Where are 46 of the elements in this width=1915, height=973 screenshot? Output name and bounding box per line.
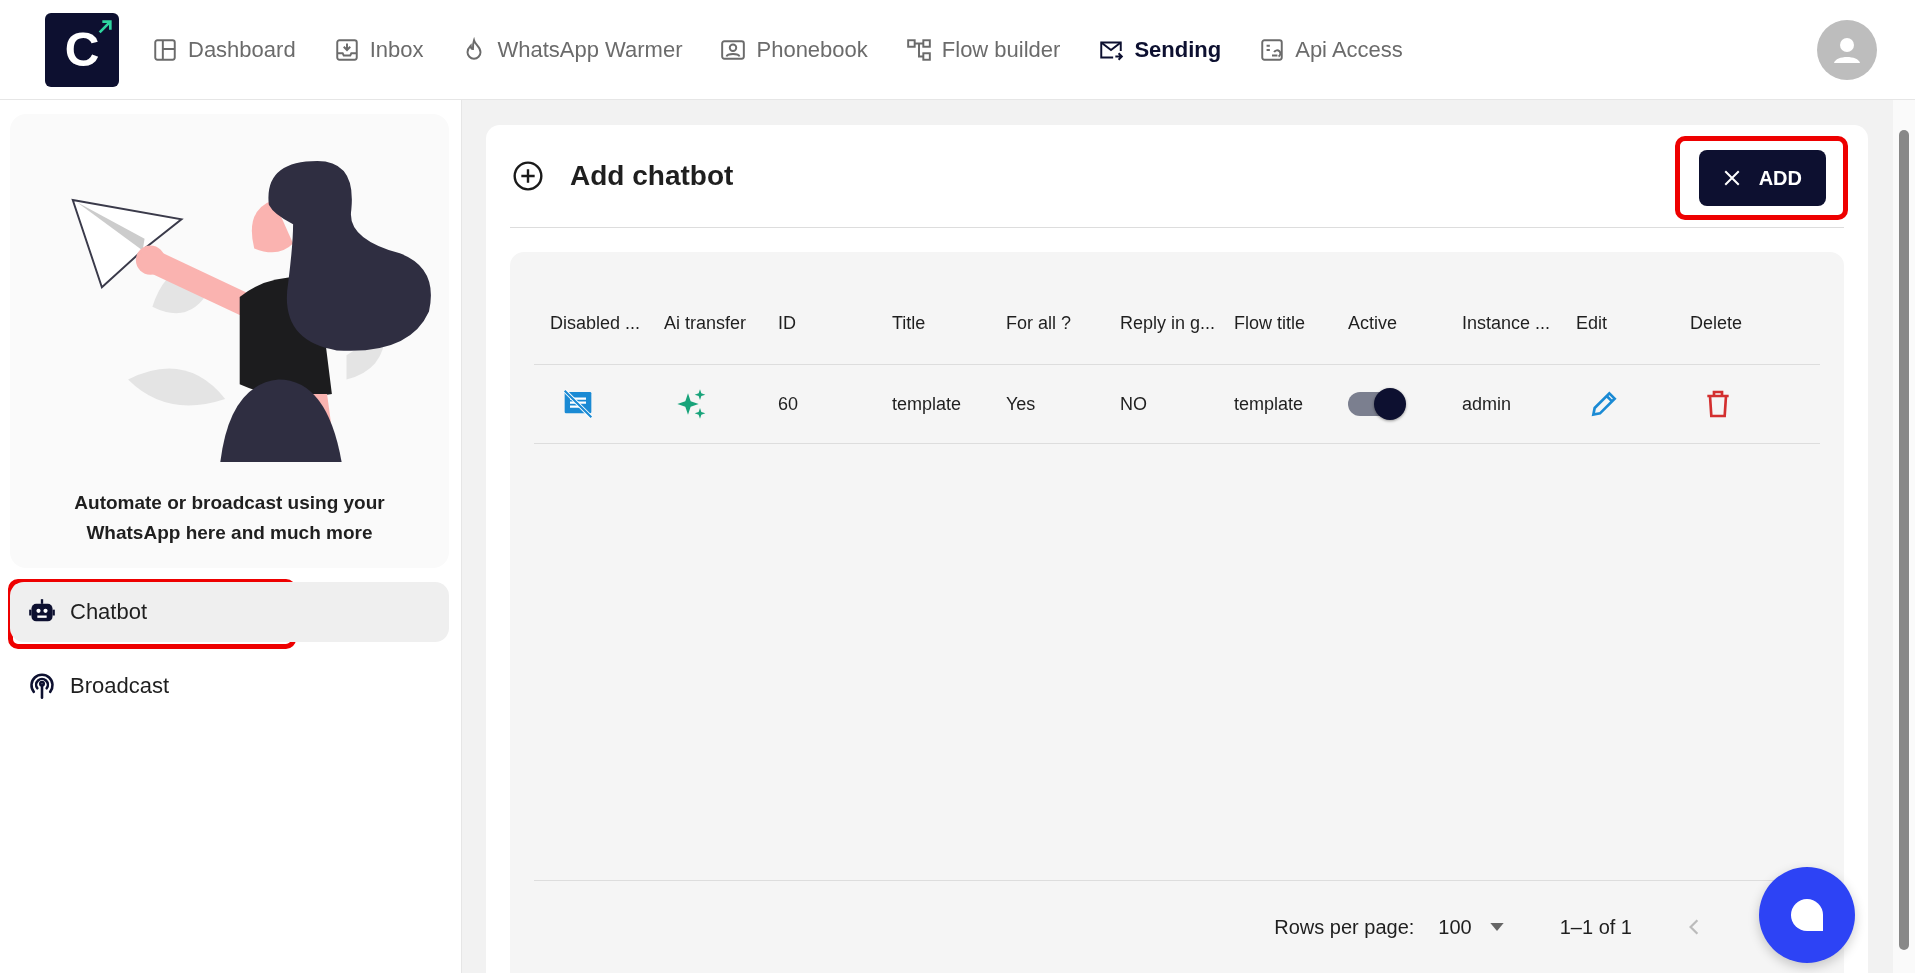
column-header[interactable]: Active xyxy=(1348,312,1462,334)
column-header[interactable]: Instance ... xyxy=(1462,312,1576,334)
column-header[interactable]: Disabled ... xyxy=(550,312,664,334)
sidebar-item[interactable]: Broadcast xyxy=(10,656,449,716)
nav-link[interactable]: Api Access xyxy=(1259,36,1403,63)
column-header[interactable]: Reply in g... xyxy=(1120,312,1234,334)
column-header[interactable]: Flow title xyxy=(1234,312,1348,334)
column-header[interactable]: Edit xyxy=(1576,312,1690,334)
scrollbar[interactable] xyxy=(1893,100,1915,973)
sparkle-icon xyxy=(676,388,708,420)
rows-per-page-select[interactable]: 100 xyxy=(1438,915,1504,939)
arrow-icon xyxy=(97,18,113,35)
column-header[interactable]: For all ? xyxy=(1006,312,1120,334)
nav-link[interactable]: Dashboard xyxy=(152,36,296,63)
api-icon xyxy=(1259,36,1286,63)
table-cell: Yes xyxy=(1006,393,1036,415)
panel-title: Add chatbot xyxy=(570,160,735,192)
column-header[interactable]: Delete xyxy=(1690,312,1804,334)
table-cell: template xyxy=(1234,393,1304,415)
nav-link[interactable]: Sending xyxy=(1098,36,1222,63)
app-logo[interactable]: C xyxy=(45,12,119,87)
antenna-icon xyxy=(28,672,56,700)
nav-link[interactable]: Inbox xyxy=(333,36,424,63)
flow-icon xyxy=(905,36,932,63)
promo-caption: Automate or broadcast using your WhatsApp here and much more xyxy=(73,491,386,545)
inbox-icon xyxy=(333,36,360,63)
caret-icon xyxy=(1489,923,1504,931)
rows-per-page-label: Rows per page: xyxy=(1274,915,1415,939)
nav-link[interactable]: WhatsApp Warmer xyxy=(461,36,683,63)
add-button[interactable]: ADD xyxy=(1698,150,1826,206)
column-header[interactable]: Ai transfer xyxy=(664,312,778,334)
add-circle-icon xyxy=(512,160,544,192)
previous-page-icon[interactable] xyxy=(1688,918,1700,936)
message-off-icon xyxy=(562,388,594,420)
nav-link[interactable]: Phonebook xyxy=(720,36,868,63)
nav-link[interactable]: Flow builder xyxy=(905,36,1061,63)
table-cell: admin xyxy=(1462,393,1512,415)
table-cell: NO xyxy=(1120,393,1147,415)
column-header[interactable]: ID xyxy=(778,312,892,334)
sidebar-item[interactable]: Chatbot xyxy=(10,582,449,642)
table-cell: template xyxy=(892,393,962,415)
column-header[interactable]: Title xyxy=(892,312,1006,334)
dashboard-icon xyxy=(152,36,178,63)
table-cell: 60 xyxy=(778,393,799,415)
page-range: 1–1 of 1 xyxy=(1559,915,1632,939)
close-icon xyxy=(1722,169,1741,187)
